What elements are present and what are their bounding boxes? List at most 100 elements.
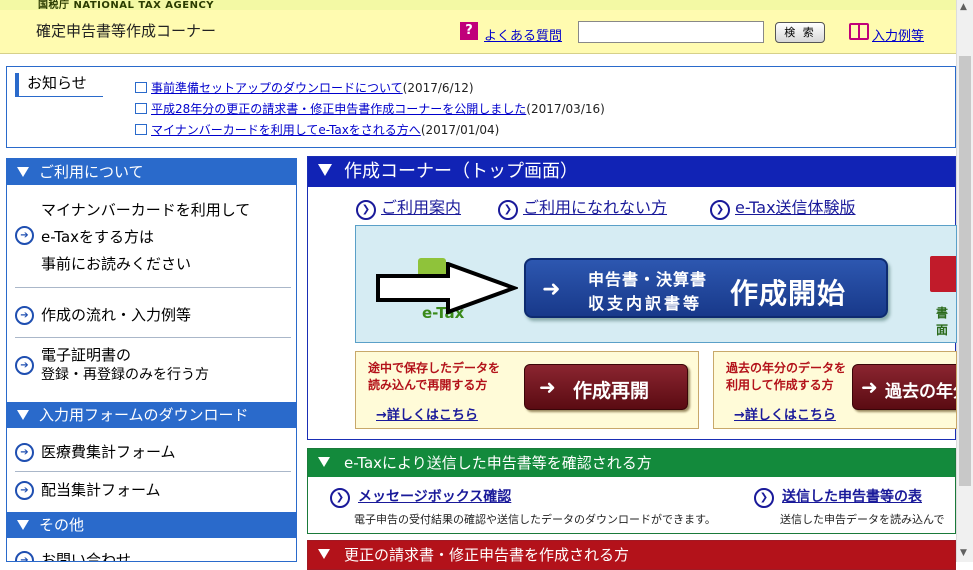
message-box-description: 電子申告の受付結果の確認や送信したデータのダウンロードができます。 bbox=[354, 513, 716, 526]
triangle-down-icon bbox=[17, 167, 29, 177]
arrow-right-icon: ➜ bbox=[539, 375, 556, 399]
etax-confirm-panel: e-Taxにより送信した申告書等を確認される方 ❯ メッセージボックス確認 電子申… bbox=[307, 448, 956, 534]
desc-line: 過去の年分のデータを bbox=[726, 361, 847, 375]
start-button-label: 作成開始 bbox=[730, 277, 847, 310]
faq-link[interactable]: よくある質問 bbox=[484, 25, 562, 44]
panel-header: e-Taxにより送信した申告書等を確認される方 bbox=[308, 449, 955, 477]
scroll-down-icon[interactable]: ▼ bbox=[960, 548, 967, 558]
sidebar-item-contact[interactable]: ➔ お問い合わせ bbox=[15, 547, 291, 562]
creation-corner-panel: 作成コーナー（トップ画面） ❯ ご利用案内 ❯ ご利用になれない方 ❯ e-Tax送信… bbox=[307, 156, 957, 440]
panel-header: 作成コーナー（トップ画面） bbox=[308, 157, 955, 187]
start-button-sub1: 申告書・決算書 bbox=[588, 270, 708, 289]
search-button[interactable]: 検 索 bbox=[775, 22, 825, 43]
sidebar-item-mynumber[interactable]: ➔ マイナンバーカードを利用して e-Taxをする方は 事前にお読みください bbox=[15, 197, 291, 278]
resume-description: 途中で保存したデータを 読み込んで再開する方 bbox=[368, 360, 500, 394]
start-creation-button[interactable]: ➜ 申告書・決算書 収支内訳書等 作成開始 bbox=[524, 258, 888, 318]
arrow-circle-icon: ➔ bbox=[15, 306, 34, 325]
window-icon bbox=[135, 103, 147, 114]
sidebar-item-line: マイナンバーカードを利用して bbox=[41, 201, 251, 219]
resume-button[interactable]: ➜ 作成再開 bbox=[524, 364, 688, 410]
past-year-button[interactable]: ➜ 過去の年分 bbox=[852, 364, 956, 410]
site-title: 確定申告書等作成コーナー bbox=[36, 22, 217, 40]
link-label: e-Tax送信体験版 bbox=[735, 198, 856, 217]
message-box-link[interactable]: ❯ メッセージボックス確認 bbox=[330, 486, 511, 508]
input-example-link[interactable]: 入力例等 bbox=[872, 25, 924, 44]
panel-title: 更正の請求書・修正申告書を作成される方 bbox=[344, 546, 630, 564]
panel-header: 更正の請求書・修正申告書を作成される方 bbox=[308, 541, 955, 569]
triangle-down-icon bbox=[17, 410, 29, 420]
desc-line: 読み込んで再開する方 bbox=[368, 378, 488, 392]
sent-documents-link[interactable]: ❯ 送信した申告書等の表 bbox=[754, 486, 922, 508]
arrow-circle-icon: ➔ bbox=[15, 226, 34, 245]
sidebar-section-usage: ご利用について bbox=[7, 159, 296, 185]
sidebar-item-certificate[interactable]: ➔ 電子証明書の 登録・再登録のみを行う方 bbox=[15, 345, 291, 385]
arrow-circle-icon: ➔ bbox=[15, 481, 34, 500]
past-details-link[interactable]: →詳しくはこちら bbox=[734, 404, 836, 423]
resume-button-label: 作成再開 bbox=[573, 380, 650, 402]
news-item: 平成28年分の更正の請求書・修正申告書作成コーナーを公開しました(2017/03… bbox=[135, 100, 605, 117]
triangle-down-icon bbox=[318, 457, 330, 467]
window-icon bbox=[135, 82, 147, 93]
divider bbox=[15, 471, 291, 472]
triangle-down-icon bbox=[318, 164, 332, 176]
news-date: (2017/6/12) bbox=[402, 81, 474, 95]
pointer-arrow-icon bbox=[376, 262, 518, 314]
triangle-down-icon bbox=[17, 520, 29, 530]
sidebar-item-label: お問い合わせ bbox=[41, 551, 132, 562]
window-icon bbox=[135, 124, 147, 135]
divider bbox=[15, 337, 291, 338]
news-link-mynumber[interactable]: マイナンバーカードを利用してe-Taxをされる方へ bbox=[151, 123, 421, 137]
paper-form-label: 書面 bbox=[936, 306, 949, 337]
sidebar-item-dividend-form[interactable]: ➔ 配当集計フォーム bbox=[15, 477, 291, 504]
link-label: メッセージボックス確認 bbox=[358, 489, 512, 505]
sidebar-item-line: 事前にお読みください bbox=[41, 255, 192, 273]
arrow-circle-icon: ➔ bbox=[15, 356, 34, 375]
chevron-circle-icon: ❯ bbox=[330, 488, 350, 508]
news-link-setup[interactable]: 事前準備セットアップのダウンロードについて bbox=[151, 81, 403, 95]
desc-line: 途中で保存したデータを bbox=[368, 361, 501, 375]
news-date: (2017/03/16) bbox=[526, 102, 605, 116]
desc-line: 利用して作成する方 bbox=[726, 378, 834, 392]
resume-details-link[interactable]: →詳しくはこちら bbox=[376, 404, 478, 423]
sidebar: ご利用について ➔ マイナンバーカードを利用して e-Taxをする方は 事前にお… bbox=[6, 158, 297, 562]
news-panel: お知らせ 事前準備セットアップのダウンロードについて(2017/6/12) 平成… bbox=[6, 66, 956, 148]
scroll-up-icon[interactable]: ▲ bbox=[960, 2, 967, 12]
past-description: 過去の年分のデータを 利用して作成する方 bbox=[726, 360, 846, 394]
usage-guide-link[interactable]: ❯ ご利用案内 bbox=[356, 194, 461, 220]
sidebar-item-flow[interactable]: ➔ 作成の流れ・入力例等 bbox=[15, 302, 291, 329]
link-label: 送信した申告書等の表 bbox=[782, 489, 922, 505]
start-button-sub2: 収支内訳書等 bbox=[588, 294, 703, 313]
question-icon[interactable]: ? bbox=[460, 22, 478, 40]
news-date: (2017/01/04) bbox=[420, 123, 500, 137]
link-label: ご利用案内 bbox=[381, 198, 462, 217]
news-link-amend[interactable]: 平成28年分の更正の請求書・修正申告書作成コーナーを公開しました bbox=[151, 102, 526, 116]
vertical-scrollbar[interactable]: ▲ ▼ bbox=[956, 0, 973, 562]
section-title: その他 bbox=[39, 516, 85, 534]
scrollbar-thumb[interactable] bbox=[959, 56, 971, 486]
paper-form-icon[interactable] bbox=[930, 256, 956, 292]
book-icon[interactable] bbox=[849, 23, 869, 40]
sidebar-item-label: 作成の流れ・入力例等 bbox=[41, 306, 192, 324]
agency-band: 国税庁 NATIONAL TAX AGENCY bbox=[0, 0, 960, 10]
news-item: 事前準備セットアップのダウンロードについて(2017/6/12) bbox=[135, 79, 474, 96]
sidebar-item-label: 配当集計フォーム bbox=[41, 481, 161, 499]
panel-title: 作成コーナー（トップ画面） bbox=[344, 161, 578, 182]
etax-trial-link[interactable]: ❯ e-Tax送信体験版 bbox=[710, 194, 856, 220]
sidebar-item-medical-form[interactable]: ➔ 医療費集計フォーム bbox=[15, 439, 291, 466]
past-year-box: 過去の年分のデータを利用して作成する方 →詳しくはこちら ➜ 過去の年分 bbox=[713, 351, 957, 429]
chevron-circle-icon: ❯ bbox=[754, 488, 774, 508]
sidebar-section-download: 入力用フォームのダウンロード bbox=[7, 402, 296, 428]
search-input[interactable] bbox=[578, 21, 764, 43]
arrow-right-icon: ➜ bbox=[861, 375, 878, 399]
arrow-right-icon: ➜ bbox=[542, 277, 561, 302]
chevron-circle-icon: ❯ bbox=[498, 200, 518, 220]
not-usable-link[interactable]: ❯ ご利用になれない方 bbox=[498, 194, 667, 220]
divider bbox=[15, 287, 291, 288]
sidebar-item-line: 登録・再登録のみを行う方 bbox=[41, 367, 209, 383]
section-title: 入力用フォームのダウンロード bbox=[39, 406, 249, 424]
triangle-down-icon bbox=[318, 549, 330, 559]
sidebar-item-label: 医療費集計フォーム bbox=[41, 443, 176, 461]
news-item: マイナンバーカードを利用してe-Taxをされる方へ(2017/01/04) bbox=[135, 121, 499, 138]
link-label: ご利用になれない方 bbox=[523, 198, 668, 217]
sidebar-item-line: e-Taxをする方は bbox=[41, 228, 155, 246]
